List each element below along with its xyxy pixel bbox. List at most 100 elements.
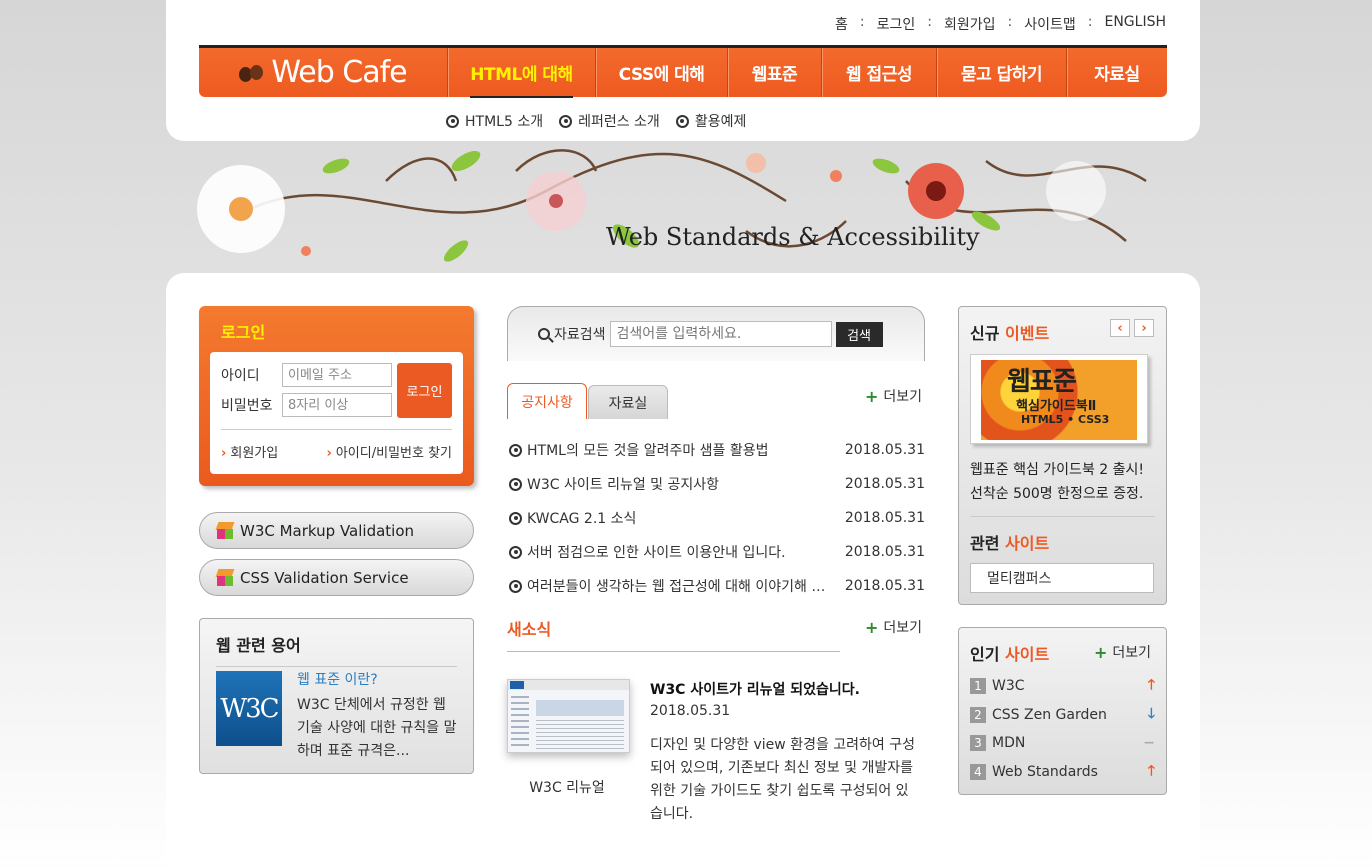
id-label: 아이디: [221, 368, 260, 384]
rank-badge: 2: [970, 706, 986, 723]
id-input[interactable]: [282, 363, 392, 387]
event-next-button[interactable]: ›: [1134, 319, 1154, 337]
join-link[interactable]: › 회원가입: [221, 442, 278, 461]
tab-resources[interactable]: 자료실: [588, 385, 668, 419]
main-visual: Web Standards & Accessibility: [186, 141, 1166, 273]
target-icon: [509, 545, 522, 559]
chevron-right-icon: ›: [326, 446, 332, 461]
list-item[interactable]: 3 MDN −: [970, 729, 1155, 758]
cube-icon: [215, 568, 235, 587]
subnav-examples[interactable]: 활용예제: [675, 111, 746, 131]
event-caption: 웹표준 핵심 가이드북 2 출시! 선착순 500명 한정으로 증정.: [970, 462, 1144, 502]
search-label-wrap: 자료검색: [538, 324, 606, 344]
event-prev-button[interactable]: ‹: [1110, 319, 1130, 337]
list-item[interactable]: KWCAG 2.1 소식 2018.05.31: [509, 501, 925, 535]
search-icon: [538, 328, 550, 340]
util-join-link[interactable]: 회원가입: [944, 14, 996, 34]
util-separator: :: [1007, 14, 1013, 30]
web-terms-box: 웹 관련 용어 W3C 웹 표준 이란? W3C 단체에서 규정한 웹 기술 사…: [199, 618, 474, 774]
terms-title: 웹 관련 용어: [216, 636, 301, 655]
thumbnail-caption: W3C 리뉴얼: [529, 780, 605, 796]
search-input[interactable]: [609, 321, 832, 347]
event-banner[interactable]: 웹표준 핵심가이드북Ⅱ HTML5 • CSS3: [970, 354, 1148, 444]
search-button[interactable]: 검색: [835, 321, 883, 347]
login-links: › 회원가입 › 아이디/비밀번호 찾기: [221, 442, 452, 461]
list-item[interactable]: HTML의 모든 것을 알려주마 샘플 활용법 2018.05.31: [509, 433, 925, 467]
popular-more-link[interactable]: + 더보기: [1094, 642, 1151, 662]
notice-title: KWCAG 2.1 소식: [527, 511, 637, 527]
news-divider: [507, 651, 840, 652]
gnb-html[interactable]: HTML에 대해: [447, 48, 595, 98]
search-label: 자료검색: [554, 327, 606, 343]
notice-date: 2018.05.31: [844, 510, 925, 526]
arrow-up-icon: 🡑: [1147, 762, 1155, 779]
w3c-markup-validation-button[interactable]: W3C Markup Validation: [199, 512, 474, 549]
more-label: 더보기: [883, 389, 923, 405]
popular-title: 인기 사이트: [970, 641, 1049, 665]
more-label: 더보기: [1112, 645, 1152, 661]
book-title: 웹표준: [1007, 367, 1077, 397]
list-item[interactable]: 서버 점검으로 인한 사이트 이용안내 입니다. 2018.05.31: [509, 535, 925, 569]
event-divider: [970, 516, 1155, 517]
util-login-link[interactable]: 로그인: [877, 14, 916, 34]
book-tag: HTML5 • CSS3: [1021, 413, 1110, 426]
list-item[interactable]: 4 Web Standards 🡑: [970, 758, 1155, 787]
gnb-web-standards[interactable]: 웹표준: [727, 48, 821, 97]
news-section-title: 새소식: [507, 620, 552, 639]
search-bar: 자료검색 검색: [507, 306, 925, 361]
target-icon: [509, 443, 522, 457]
login-form: 아이디 비밀번호 로그인 ›회원가입 ›아이디/비밀번호 찾기: [210, 352, 463, 474]
util-sitemap-link[interactable]: 사이트맵: [1024, 14, 1076, 34]
css-validation-button[interactable]: CSS Validation Service: [199, 559, 474, 596]
related-title: 관련 사이트: [970, 530, 1049, 554]
event-title-b: 이벤트: [1005, 324, 1050, 343]
target-icon: [675, 114, 689, 128]
header: 홈: 로그인: 회원가입: 사이트맵: ENGLISH Web Cafe HTM…: [166, 0, 1200, 141]
find-account-link[interactable]: › 아이디/비밀번호 찾기: [326, 442, 452, 461]
login-button[interactable]: 로그인: [397, 363, 452, 418]
gnb-menu: HTML에 대해 CSS에 대해 웹표준 웹 접근성 묻고 답하기 자료실: [447, 48, 1167, 98]
util-separator: :: [1087, 14, 1093, 30]
gnb-accessibility[interactable]: 웹 접근성: [821, 48, 936, 97]
sub-nav: HTML5 소개 레퍼런스 소개 활용예제: [446, 111, 746, 131]
util-home-link[interactable]: 홈: [835, 14, 848, 34]
event-title-a: 신규: [970, 324, 1000, 343]
board-tabs: 공지사항 자료실: [507, 383, 668, 419]
tab-notice[interactable]: 공지사항: [507, 383, 587, 419]
list-item[interactable]: 여러분들이 생각하는 웹 접근성에 대해 이야기해 봅시다 2018.05.31: [509, 569, 925, 603]
news-headline[interactable]: W3C 사이트가 리뉴얼 되었습니다.: [650, 679, 860, 699]
notice-title: 여러분들이 생각하는 웹 접근성에 대해 이야기해 봅시다: [527, 579, 829, 595]
gnb-resources[interactable]: 자료실: [1066, 48, 1167, 97]
news-thumbnail[interactable]: [507, 679, 630, 753]
target-icon: [509, 511, 522, 525]
notice-title: 서버 점검으로 인한 사이트 이용안내 입니다.: [527, 545, 786, 561]
rank-badge: 3: [970, 735, 986, 752]
list-item[interactable]: 2 CSS Zen Garden 🡓: [970, 701, 1155, 730]
login-divider: [221, 429, 452, 430]
gnb-css[interactable]: CSS에 대해: [595, 48, 727, 97]
term-question-link[interactable]: 웹 표준 이란?: [297, 669, 378, 689]
site-logo[interactable]: Web Cafe: [199, 48, 447, 97]
notice-more-link[interactable]: + 더보기: [865, 386, 922, 406]
list-item[interactable]: 1 W3C 🡑: [970, 672, 1155, 701]
util-english-link[interactable]: ENGLISH: [1104, 14, 1166, 34]
term-description: W3C 단체에서 규정한 웹 기술 사양에 대한 규칙을 말하며 표준 규격은.…: [297, 697, 457, 759]
login-box: 로그인 아이디 비밀번호 로그인 ›회원가입 ›아이디/비밀번호 찾기: [199, 306, 474, 486]
subnav-reference[interactable]: 레퍼런스 소개: [559, 111, 660, 131]
popular-list: 1 W3C 🡑 2 CSS Zen Garden 🡓 3 MDN − 4 Web Standa…: [970, 672, 1155, 786]
subnav-label: 레퍼런스 소개: [578, 114, 660, 130]
pw-label: 비밀번호: [221, 398, 273, 414]
related-site-select[interactable]: 멀티캠퍼스: [970, 563, 1154, 593]
gnb-qna[interactable]: 묻고 답하기: [936, 48, 1066, 97]
subnav-html5[interactable]: HTML5 소개: [446, 111, 543, 131]
dash-icon: −: [1143, 735, 1155, 752]
pw-input[interactable]: [282, 393, 392, 417]
list-item[interactable]: W3C 사이트 리뉴얼 및 공지사항 2018.05.31: [509, 467, 925, 501]
id-row: 아이디: [221, 363, 392, 387]
notice-title: W3C 사이트 리뉴얼 및 공지사항: [527, 477, 720, 493]
cube-icon: [215, 521, 235, 540]
terms-divider: [216, 666, 457, 667]
news-more-link[interactable]: + 더보기: [865, 617, 922, 637]
arrow-down-icon: 🡓: [1147, 705, 1155, 722]
site-name: MDN: [992, 735, 1026, 752]
